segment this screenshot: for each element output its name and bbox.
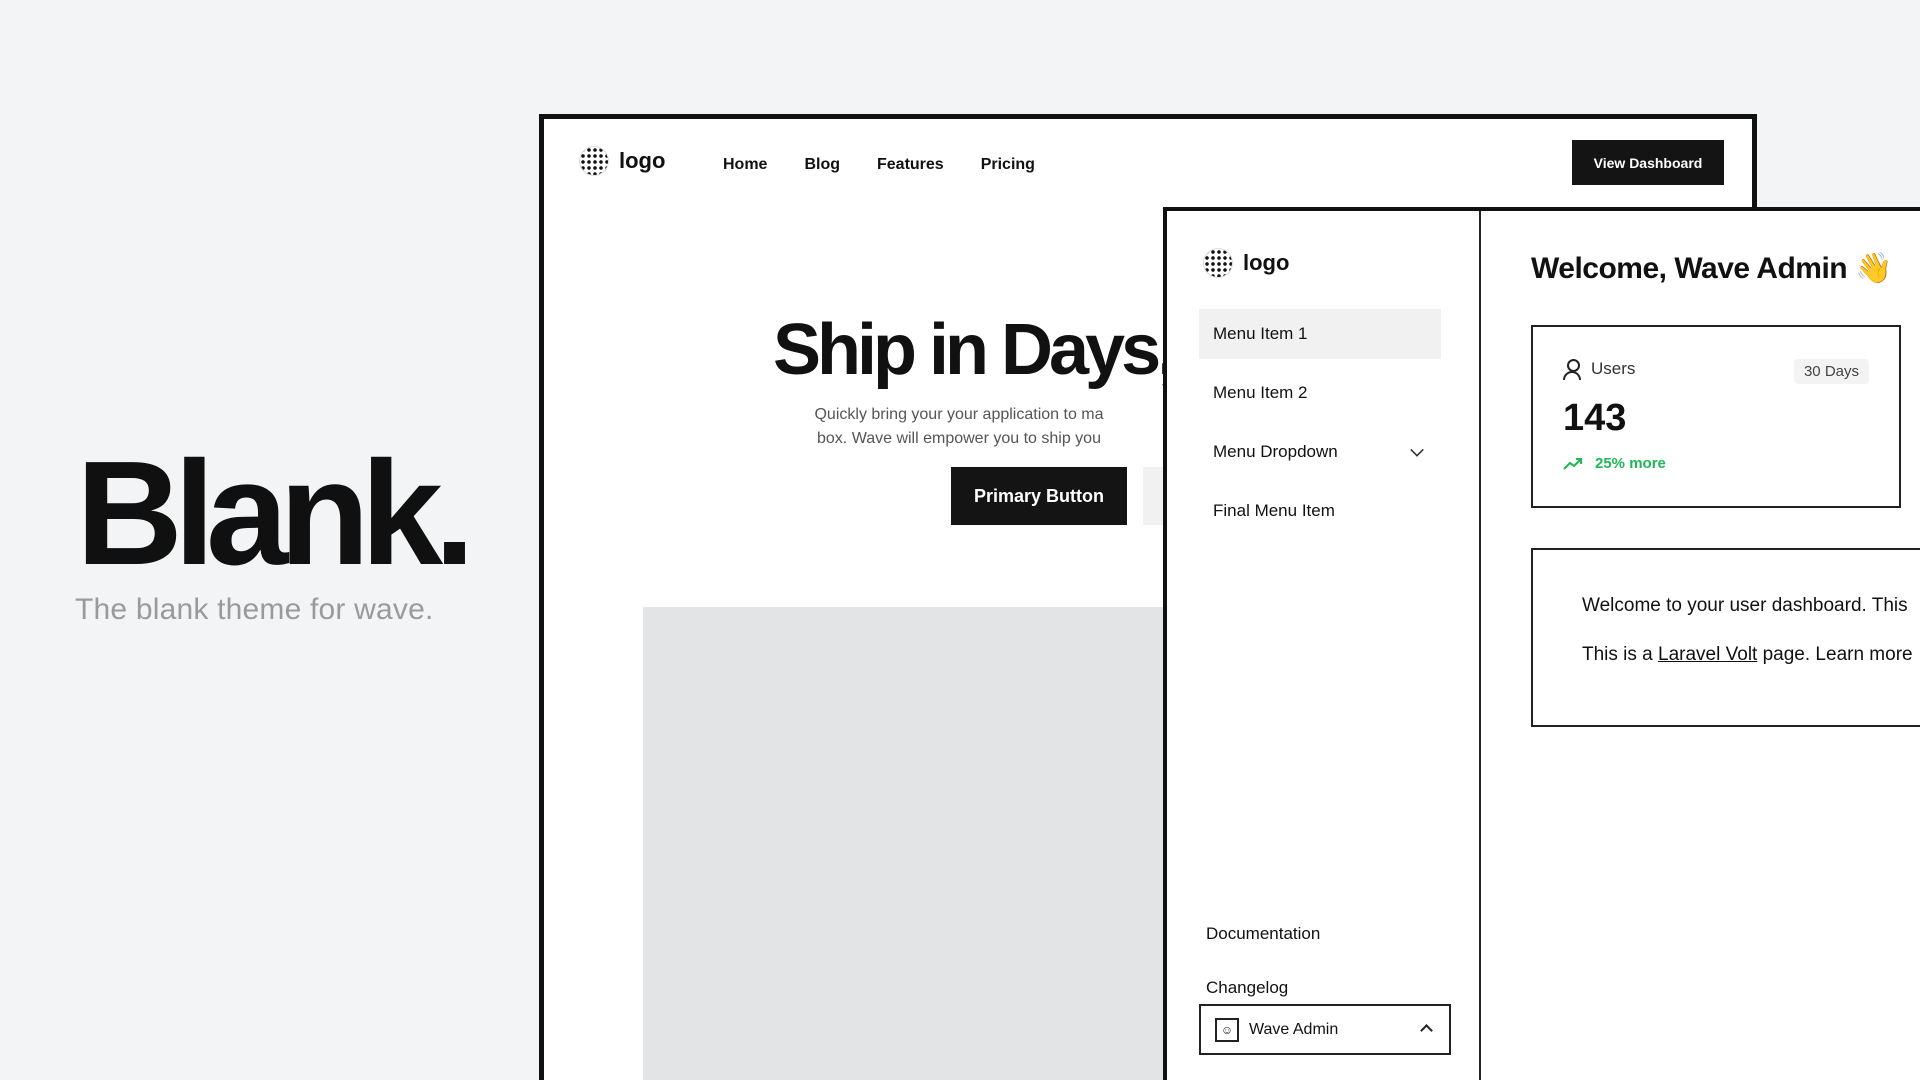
- dashboard-preview-window: logo Menu Item 1 Menu Item 2 Menu Dropdo…: [1163, 207, 1920, 1080]
- laravel-volt-link[interactable]: Laravel Volt: [1658, 644, 1757, 665]
- dashboard-logo[interactable]: logo: [1203, 248, 1289, 278]
- hero-tagline: Quickly bring your your application to m…: [794, 403, 1124, 451]
- stat-trend-text: 25% more: [1595, 455, 1666, 472]
- user-icon: [1563, 359, 1581, 380]
- avatar: ☺: [1215, 1017, 1239, 1042]
- nav-link-home[interactable]: Home: [723, 156, 767, 174]
- info-line-1: Welcome to your user dashboard. This: [1582, 595, 1908, 616]
- sidebar-item-final-menu-item[interactable]: Final Menu Item: [1199, 486, 1441, 536]
- nav-link-blog[interactable]: Blog: [804, 156, 840, 174]
- site-navbar: logo Home Blog Features Pricing View Das…: [544, 119, 1752, 211]
- stat-label-text: Users: [1591, 359, 1636, 378]
- user-menu-button[interactable]: ☺ Wave Admin: [1199, 1004, 1451, 1055]
- welcome-heading: Welcome, Wave Admin 👋: [1531, 252, 1892, 285]
- site-logo-text: logo: [619, 148, 666, 173]
- logo-dots-icon: [579, 146, 609, 176]
- stat-label: Users: [1563, 359, 1636, 380]
- info-line-2-prefix: This is a: [1582, 644, 1659, 665]
- documentation-link[interactable]: Documentation: [1206, 924, 1320, 944]
- dashboard-sidebar: logo Menu Item 1 Menu Item 2 Menu Dropdo…: [1167, 211, 1481, 1080]
- hero-image-placeholder: [643, 607, 1163, 1080]
- hero-tagline-line-1: Quickly bring your your application to m…: [814, 406, 1104, 423]
- sidebar-item-menu-item-1[interactable]: Menu Item 1: [1199, 309, 1441, 359]
- logo-dots-icon: [1203, 248, 1233, 278]
- users-stat-card: Users 30 Days 143 25% more: [1531, 325, 1901, 508]
- trending-up-icon: [1563, 457, 1582, 470]
- user-name: Wave Admin: [1249, 1020, 1339, 1038]
- sidebar-item-menu-dropdown[interactable]: Menu Dropdown: [1199, 427, 1441, 477]
- site-nav-links: Home Blog Features Pricing: [723, 156, 1035, 174]
- sidebar-item-label: Menu Item 1: [1213, 324, 1308, 343]
- sidebar-item-label: Final Menu Item: [1213, 501, 1335, 520]
- sidebar-item-label: Menu Dropdown: [1213, 442, 1338, 461]
- brand-subtitle: The blank theme for wave.: [75, 593, 434, 626]
- info-line-2-suffix: page. Learn more: [1757, 644, 1913, 665]
- chevron-up-icon: [1420, 1024, 1433, 1037]
- period-badge: 30 Days: [1793, 359, 1869, 384]
- hero-tagline-line-2: box. Wave will empower you to ship you: [817, 430, 1101, 447]
- nav-link-pricing[interactable]: Pricing: [981, 156, 1035, 174]
- info-line-2: This is a Laravel Volt page. Learn more: [1582, 644, 1913, 666]
- view-dashboard-button[interactable]: View Dashboard: [1572, 140, 1724, 185]
- dashboard-logo-text: logo: [1243, 250, 1290, 275]
- sidebar-item-label: Menu Item 2: [1213, 383, 1308, 402]
- welcome-info-card: Welcome to your user dashboard. This Thi…: [1531, 548, 1920, 727]
- hero-headline: Ship in Days,: [773, 310, 1177, 390]
- stat-trend: 25% more: [1563, 455, 1666, 472]
- sidebar-menu: Menu Item 1 Menu Item 2 Menu Dropdown Fi…: [1199, 309, 1441, 545]
- changelog-link[interactable]: Changelog: [1206, 978, 1288, 998]
- nav-link-features[interactable]: Features: [877, 156, 944, 174]
- sidebar-item-menu-item-2[interactable]: Menu Item 2: [1199, 368, 1441, 418]
- chevron-down-icon: [1410, 443, 1424, 457]
- stat-value: 143: [1563, 397, 1627, 439]
- brand-title: Blank.: [76, 431, 475, 596]
- site-logo[interactable]: logo: [579, 146, 665, 176]
- primary-button[interactable]: Primary Button: [951, 467, 1127, 525]
